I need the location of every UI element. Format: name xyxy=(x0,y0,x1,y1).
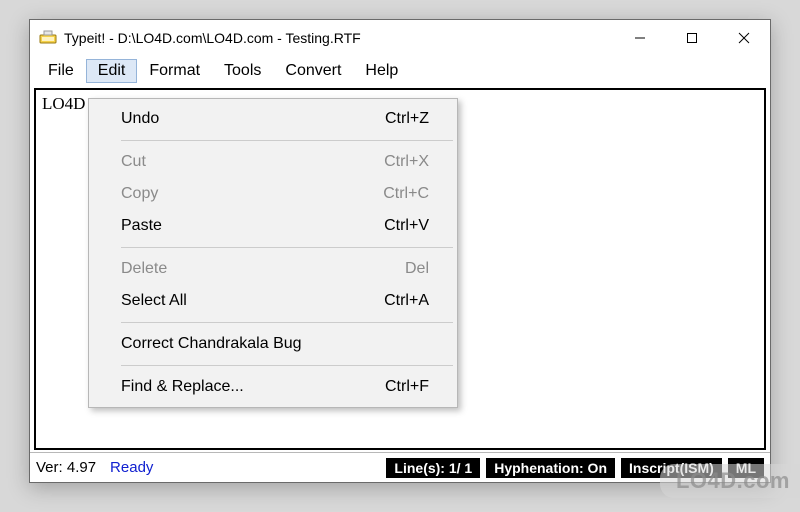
menu-item-copy[interactable]: Copy Ctrl+C xyxy=(91,178,455,210)
menu-item-label: Undo xyxy=(121,110,385,128)
menu-separator xyxy=(121,365,453,366)
menu-item-shortcut: Ctrl+A xyxy=(384,292,429,310)
app-icon xyxy=(38,28,58,48)
menu-item-find-replace[interactable]: Find & Replace... Ctrl+F xyxy=(91,371,455,403)
titlebar: Typeit! - D:\LO4D.com\LO4D.com - Testing… xyxy=(30,20,770,56)
menu-item-shortcut: Ctrl+Z xyxy=(385,110,429,128)
maximize-button[interactable] xyxy=(666,20,718,56)
menu-help[interactable]: Help xyxy=(353,59,410,83)
close-button[interactable] xyxy=(718,20,770,56)
status-lines: Line(s): 1/ 1 xyxy=(386,458,480,478)
status-ready: Ready xyxy=(110,459,153,476)
menu-item-label: Correct Chandrakala Bug xyxy=(121,335,429,353)
menu-item-label: Select All xyxy=(121,292,384,310)
minimize-button[interactable] xyxy=(614,20,666,56)
menu-item-label: Delete xyxy=(121,260,405,278)
menu-item-shortcut: Ctrl+V xyxy=(384,217,429,235)
watermark: LO4D.com xyxy=(660,464,800,498)
menu-item-undo[interactable]: Undo Ctrl+Z xyxy=(91,103,455,135)
menu-tools[interactable]: Tools xyxy=(212,59,273,83)
menu-item-shortcut: Del xyxy=(405,260,429,278)
menu-item-shortcut: Ctrl+X xyxy=(384,153,429,171)
menu-separator xyxy=(121,140,453,141)
menu-format[interactable]: Format xyxy=(137,59,212,83)
menu-item-shortcut: Ctrl+F xyxy=(385,378,429,396)
menu-item-shortcut: Ctrl+C xyxy=(383,185,429,203)
menu-separator xyxy=(121,247,453,248)
menu-item-paste[interactable]: Paste Ctrl+V xyxy=(91,210,455,242)
menu-item-label: Paste xyxy=(121,217,384,235)
editor-text: LO4D xyxy=(42,94,85,113)
menu-separator xyxy=(121,322,453,323)
window-controls xyxy=(614,20,770,56)
menu-item-delete[interactable]: Delete Del xyxy=(91,253,455,285)
menu-item-label: Cut xyxy=(121,153,384,171)
menu-item-select-all[interactable]: Select All Ctrl+A xyxy=(91,285,455,317)
window-title: Typeit! - D:\LO4D.com\LO4D.com - Testing… xyxy=(64,30,361,46)
status-hyphenation: Hyphenation: On xyxy=(486,458,615,478)
edit-dropdown: Undo Ctrl+Z Cut Ctrl+X Copy Ctrl+C Paste… xyxy=(88,98,458,408)
menu-edit[interactable]: Edit xyxy=(86,59,138,83)
menu-convert[interactable]: Convert xyxy=(273,59,353,83)
menu-item-cut[interactable]: Cut Ctrl+X xyxy=(91,146,455,178)
menu-item-label: Find & Replace... xyxy=(121,378,385,396)
menu-item-label: Copy xyxy=(121,185,383,203)
menu-file[interactable]: File xyxy=(36,59,86,83)
menubar: File Edit Format Tools Convert Help xyxy=(30,56,770,86)
status-version: Ver: 4.97 xyxy=(36,459,96,476)
menu-item-correct-bug[interactable]: Correct Chandrakala Bug xyxy=(91,328,455,360)
